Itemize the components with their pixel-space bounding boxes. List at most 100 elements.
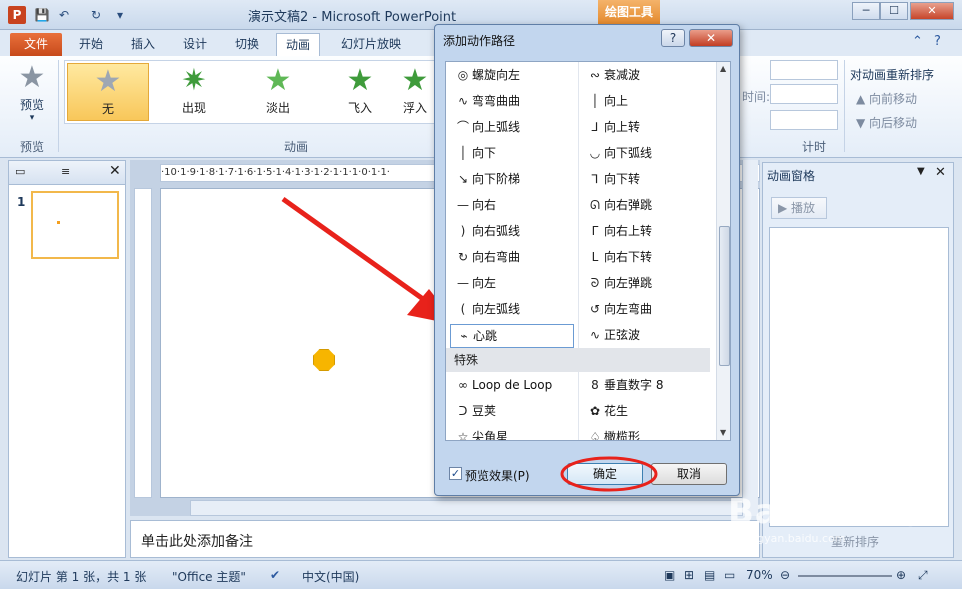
list-item[interactable]: ◎ 螺旋向左	[450, 64, 520, 88]
undo-icon[interactable]: ↶	[56, 7, 72, 23]
list-item[interactable]: ♤ 橄榄形	[582, 426, 641, 441]
fit-to-window-icon[interactable]: ⤢	[918, 568, 928, 583]
redo-icon[interactable]: ↻	[88, 7, 104, 23]
sorter-view-icon[interactable]: ⊞	[684, 568, 694, 582]
zoom-in-icon[interactable]: ⊕	[896, 568, 906, 582]
animation-fly-in[interactable]: ★ 飞入	[319, 63, 401, 121]
list-item[interactable]: ∞ Loop de Loop	[450, 374, 552, 398]
tab-home[interactable]: 开始	[70, 33, 112, 56]
item-label: 正弦波	[604, 328, 641, 342]
duration-spinner[interactable]	[770, 84, 838, 104]
outline-tab-icon[interactable]: ≡	[61, 165, 70, 178]
notes-pane[interactable]: 单击此处添加备注	[130, 520, 760, 558]
slideshow-view-icon[interactable]: ▭	[724, 568, 735, 582]
thumbnail-shape	[57, 221, 60, 224]
dialog-close-button[interactable]: ✕	[689, 29, 733, 47]
zoom-out-icon[interactable]: ⊖	[780, 568, 790, 582]
animation-fade[interactable]: ★ 淡出	[237, 63, 319, 121]
delay-spinner[interactable]	[770, 110, 838, 130]
dialog-scrollbar[interactable]: ▲ ▼	[716, 62, 730, 440]
list-item[interactable]: — 向左	[450, 272, 496, 296]
list-item[interactable]: ◡ 向下弧线	[582, 142, 652, 166]
scroll-up-icon[interactable]: ▲	[720, 64, 726, 73]
theme-name[interactable]: "Office 主题"	[172, 568, 246, 585]
list-item[interactable]: ) 向右弧线	[450, 220, 520, 244]
tab-design[interactable]: 设计	[174, 33, 216, 56]
list-item[interactable]: │ 向下	[450, 142, 496, 166]
play-button[interactable]: ▶ 播放	[771, 197, 827, 219]
help-icon[interactable]: ?	[934, 34, 941, 49]
list-item-heartbeat-selected[interactable]: ⌁ 心跳	[450, 324, 574, 348]
list-item[interactable]: ∿ 弯弯曲曲	[450, 90, 520, 114]
tab-insert[interactable]: 插入	[122, 33, 164, 56]
list-item[interactable]: — 向右	[450, 194, 496, 218]
close-pane-icon[interactable]: ✕	[935, 165, 946, 180]
animation-appear[interactable]: ✷ 出现	[153, 63, 235, 121]
list-item[interactable]: L 向右下转	[582, 246, 652, 270]
tab-animations[interactable]: 动画	[276, 33, 321, 56]
item-label: 向右弯曲	[472, 250, 521, 264]
item-label: 向上弧线	[472, 120, 521, 134]
horizontal-scrollbar[interactable]	[190, 500, 750, 516]
status-bar: 幻灯片 第 1 张，共 1 张 "Office 主题" ✔ 中文(中国) ▣ ⊞…	[0, 560, 962, 589]
move-later-button[interactable]: ▼ 向后移动	[856, 114, 917, 131]
list-item[interactable]: ∾ 衰减波	[582, 64, 640, 88]
animation-list[interactable]	[769, 227, 949, 527]
start-dropdown[interactable]	[770, 60, 838, 80]
normal-view-icon[interactable]: ▣	[664, 568, 675, 582]
item-label: 橄榄形	[604, 430, 641, 441]
scroll-down-icon[interactable]: ▼	[720, 428, 726, 437]
item-label: Loop de Loop	[472, 378, 553, 392]
list-item[interactable]: ᘐ 向左弹跳	[582, 272, 652, 296]
list-item[interactable]: Γ 向右上转	[582, 220, 652, 244]
motion-path-list[interactable]: ◎ 螺旋向左 ∿ 弯弯曲曲 ⌒ 向上弧线 │ 向下 ↘ 向下阶梯 — 向右 ) 向右弧线 ↻ 向…	[445, 61, 731, 441]
list-item[interactable]: 8 垂直数字 8	[582, 374, 663, 398]
close-pane-icon[interactable]: ✕	[109, 163, 121, 179]
list-item[interactable]: ⅃ 向上转	[582, 116, 640, 140]
list-item[interactable]: (向左弧线	[450, 298, 520, 322]
slides-tab-icon[interactable]: ▭	[15, 165, 25, 178]
tab-transitions[interactable]: 切换	[226, 33, 268, 56]
preview-button[interactable]: ★ 预览 ▾	[14, 60, 50, 123]
list-item[interactable]: ⌒ 向上弧线	[450, 116, 520, 140]
save-icon[interactable]: 💾	[34, 7, 50, 23]
dialog-help-button[interactable]: ?	[661, 29, 685, 47]
list-item[interactable]: ↻ 向右弯曲	[450, 246, 520, 270]
spellcheck-icon[interactable]: ✔	[270, 568, 280, 582]
maximize-button[interactable]: ☐	[880, 2, 908, 20]
list-item[interactable]: ᑐ 豆荚	[450, 400, 496, 424]
customize-quick-access-icon[interactable]: ▾	[112, 7, 128, 23]
preview-effect-checkbox[interactable]: ✓	[449, 467, 462, 480]
tab-file[interactable]: 文件	[10, 33, 62, 56]
arc-left-icon: (	[460, 302, 466, 316]
heartbeat-icon: ⌁	[460, 329, 468, 343]
decay-wave-icon: ∾	[589, 68, 601, 82]
list-item[interactable]: │ 向上	[582, 90, 628, 114]
list-item[interactable]: ᘏ 向右弹跳	[582, 194, 652, 218]
list-item[interactable]: ✿ 花生	[582, 400, 628, 424]
vertical-scrollbar[interactable]	[742, 160, 758, 516]
list-item[interactable]: ∿ 正弦波	[582, 324, 640, 348]
list-item[interactable]: ↘ 向下阶梯	[450, 168, 520, 192]
move-earlier-button[interactable]: ▲ 向前移动	[856, 90, 917, 107]
animation-none[interactable]: ★ 无	[67, 63, 149, 121]
tab-slideshow[interactable]: 幻灯片放映	[332, 33, 410, 56]
list-item[interactable]: ⅂ 向下转	[582, 168, 640, 192]
collapse-ribbon-icon[interactable]: ⌃	[912, 34, 923, 49]
slide-thumbnail[interactable]	[31, 191, 119, 259]
minimize-button[interactable]: ─	[852, 2, 880, 20]
scrollbar-thumb[interactable]	[719, 226, 730, 366]
zoom-level[interactable]: 70%	[746, 568, 773, 582]
reading-view-icon[interactable]: ▤	[704, 568, 715, 582]
language[interactable]: 中文(中国)	[302, 568, 359, 585]
cancel-button[interactable]: 取消	[651, 463, 727, 485]
zoom-slider[interactable]	[798, 575, 892, 577]
close-window-button[interactable]: ✕	[910, 2, 954, 20]
list-item[interactable]: ↺ 向左弯曲	[582, 298, 652, 322]
pane-menu-icon[interactable]: ▼	[917, 166, 925, 177]
item-label: 花生	[604, 404, 629, 418]
powerpoint-app-icon[interactable]: P	[8, 6, 26, 24]
list-item[interactable]: ☆ 尖角星	[450, 426, 508, 440]
animation-float-in[interactable]: ★ 浮入	[395, 63, 435, 121]
reorder-title: 对动画重新排序	[850, 68, 935, 82]
